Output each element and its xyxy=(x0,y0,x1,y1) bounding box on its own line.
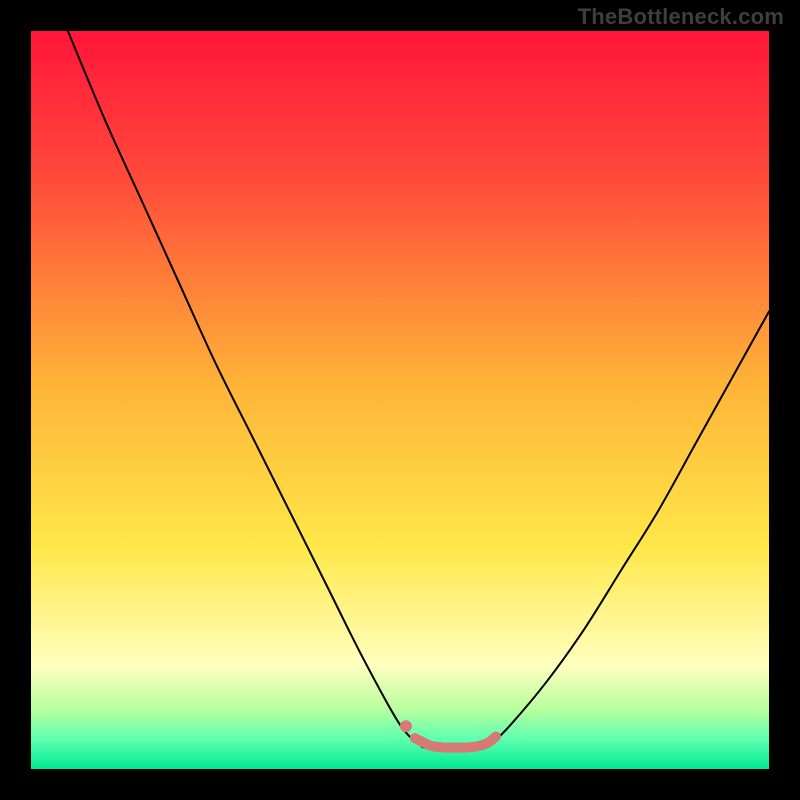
outer-frame: TheBottleneck.com xyxy=(0,0,800,800)
watermark-text: TheBottleneck.com xyxy=(578,4,784,30)
valley-dot-lead xyxy=(400,720,412,732)
plot-area xyxy=(31,31,769,769)
chart-svg xyxy=(31,31,769,769)
gradient-background xyxy=(31,31,769,769)
